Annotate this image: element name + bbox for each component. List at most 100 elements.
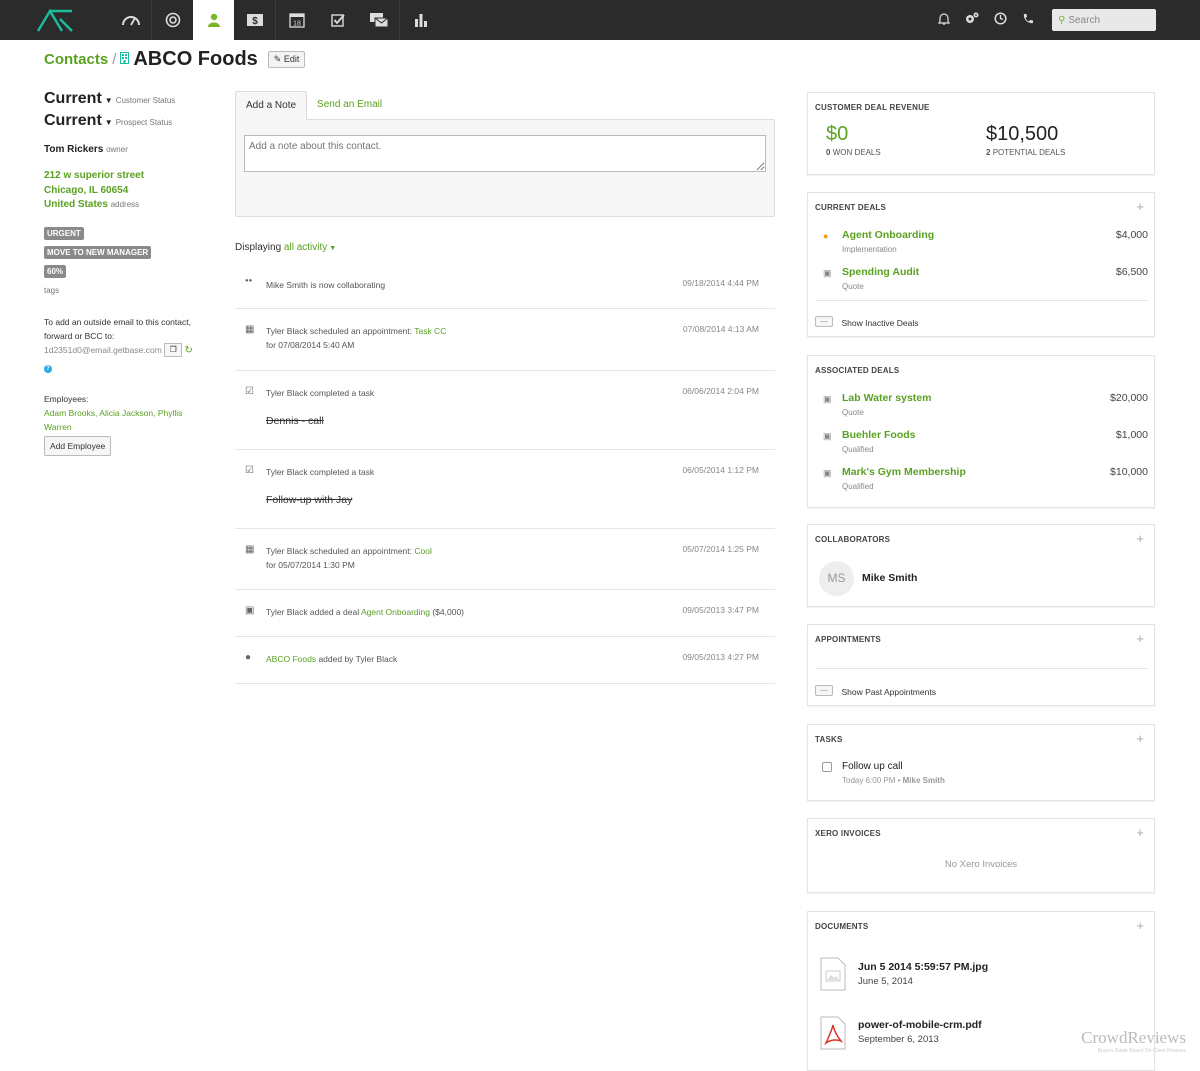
nav-tasks[interactable] [317, 0, 358, 40]
card-heading: TASKS [815, 735, 843, 744]
refresh-icon[interactable]: ↻ [185, 345, 193, 356]
activity-column: Add a Note Send an Email Displaying all … [235, 91, 775, 684]
deal-icon: ▣ [823, 394, 832, 405]
activity-text: Mike Smith is now collaborating [266, 278, 385, 292]
deal-name[interactable]: Agent Onboarding [842, 229, 934, 241]
task-checkbox[interactable] [822, 762, 832, 772]
card-heading: APPOINTMENTS [815, 635, 881, 644]
flame-icon: ● [823, 231, 828, 241]
tag-badge[interactable]: URGENT [44, 227, 84, 240]
deal-value: $6,500 [1116, 266, 1148, 278]
address-label: address [111, 200, 139, 209]
settings-button[interactable] [958, 12, 986, 28]
note-input[interactable] [244, 135, 766, 172]
mail-icon [369, 12, 389, 28]
add-task-plus-icon[interactable]: + [1136, 731, 1144, 746]
copy-button[interactable]: ❐ [164, 343, 182, 357]
tag-badge[interactable]: MOVE TO NEW MANAGER [44, 246, 151, 259]
contact-sidebar: Current ▼ Customer Status Current ▼ Pros… [44, 90, 214, 456]
deal-name[interactable]: Mark's Gym Membership [842, 466, 966, 478]
nav-contacts[interactable] [193, 0, 234, 40]
deal-stage: Quote [842, 282, 864, 291]
forward-email-address[interactable]: 1d2351d0@email.getbase.com [44, 345, 162, 355]
deal-name[interactable]: Buehler Foods [842, 429, 916, 441]
deal-name[interactable]: Spending Audit [842, 266, 919, 278]
add-deal-plus-icon[interactable]: + [1136, 199, 1144, 214]
nav-deals[interactable]: $ [234, 0, 275, 40]
forward-email-info: To add an outside email to this contact,… [44, 315, 214, 374]
app-logo[interactable] [0, 0, 110, 40]
nav-reports[interactable] [400, 0, 441, 40]
show-inactive-deals[interactable]: ... Show Inactive Deals [815, 313, 918, 331]
task-owner: Mike Smith [903, 776, 945, 785]
search-icon: ⚲ [1058, 15, 1065, 26]
employees-links[interactable]: Warren [44, 420, 214, 434]
tab-add-note[interactable]: Add a Note [235, 91, 307, 120]
card-heading: XERO INVOICES [815, 829, 881, 838]
avatar: MS [819, 561, 854, 596]
deal-name[interactable]: Lab Water system [842, 392, 931, 404]
activity-item: ▦Tyler Black scheduled an appointment: T… [235, 309, 775, 371]
notifications-button[interactable] [930, 12, 958, 28]
add-appointment-plus-icon[interactable]: + [1136, 631, 1144, 646]
checkbox-icon: ☑ [245, 386, 254, 397]
potential-count: 2 [986, 148, 990, 157]
employees-links[interactable]: Adam Brooks, Alicia Jackson, Phyllis [44, 406, 214, 420]
activity-link[interactable]: Task CC [414, 326, 446, 336]
activity-text: Tyler Black scheduled an appointment: Co… [266, 544, 432, 572]
activity-subtext: for 05/07/2014 1:30 PM [266, 558, 432, 572]
svg-text:18: 18 [293, 21, 301, 28]
address-line1: 212 w superior street [44, 169, 214, 184]
address[interactable]: 212 w superior street Chicago, IL 60654 … [44, 169, 214, 213]
owner: Tom Rickers owner [44, 144, 214, 155]
tag-badge[interactable]: 60% [44, 265, 66, 278]
document-name[interactable]: power-of-mobile-crm.pdf [858, 1019, 982, 1031]
search-input[interactable]: ⚲ Search [1052, 9, 1156, 31]
add-invoice-plus-icon[interactable]: + [1136, 825, 1144, 840]
activity-date: 07/08/2014 4:13 AM [683, 324, 759, 334]
nav-dashboard[interactable] [110, 0, 151, 40]
completed-task-title[interactable]: Follow-up with Jay [266, 494, 352, 506]
deal-stage: Implementation [842, 245, 897, 254]
activity-item: ▦Tyler Black scheduled an appointment: C… [235, 529, 775, 590]
add-employee-button[interactable]: Add Employee [44, 436, 111, 456]
activity-text: ABCO Foods added by Tyler Black [266, 652, 397, 666]
chevron-down-icon: ▼ [105, 96, 113, 105]
nav-leads[interactable] [152, 0, 193, 40]
document-name[interactable]: Jun 5 2014 5:59:57 PM.jpg [858, 961, 988, 973]
add-collaborator-plus-icon[interactable]: + [1136, 531, 1144, 546]
activity-filter-dropdown[interactable]: all activity [284, 242, 327, 253]
chevron-down-icon: ▼ [105, 118, 113, 127]
nav-calendar[interactable]: 18 [276, 0, 317, 40]
collaborators-card: COLLABORATORS + MS Mike Smith [807, 524, 1155, 607]
composer-tabs: Add a Note Send an Email [235, 91, 775, 120]
won-label: WON DEALS [833, 148, 881, 157]
document-date: September 6, 2013 [858, 1034, 939, 1045]
collaborator-name[interactable]: Mike Smith [862, 572, 917, 584]
nav-mail[interactable] [358, 0, 399, 40]
activity-link[interactable]: Agent Onboarding [361, 607, 430, 617]
completed-task-title[interactable]: Dennis - call [266, 415, 324, 427]
more-icon: ... [815, 685, 833, 696]
activity-link[interactable]: ABCO Foods [266, 654, 316, 664]
activity-date: 09/05/2013 4:27 PM [682, 652, 759, 662]
add-document-plus-icon[interactable]: + [1136, 918, 1144, 933]
activity-item: ☑Tyler Black completed a taskFollow-up w… [235, 450, 775, 529]
help-icon[interactable]: ? [44, 365, 52, 373]
forward-text: To add an outside email to this contact, [44, 315, 214, 329]
edit-button[interactable]: ✎ Edit [268, 51, 306, 68]
phone-icon [1022, 13, 1034, 25]
task-name[interactable]: Follow up call [842, 761, 903, 772]
breadcrumb-contacts[interactable]: Contacts [44, 51, 108, 68]
activity-link[interactable]: Cool [414, 546, 431, 556]
page-header: Contacts / ABCO Foods ✎ Edit [44, 48, 305, 71]
owner-name[interactable]: Tom Rickers [44, 144, 103, 155]
phone-button[interactable] [1014, 13, 1042, 28]
show-past-appointments[interactable]: ... Show Past Appointments [815, 682, 936, 700]
prospect-status[interactable]: Current ▼ Prospect Status [44, 112, 214, 130]
customer-status[interactable]: Current ▼ Customer Status [44, 90, 214, 108]
tab-send-email[interactable]: Send an Email [307, 91, 392, 120]
deal-value: $1,000 [1116, 429, 1148, 441]
recent-button[interactable] [986, 12, 1014, 28]
tags: URGENT MOVE TO NEW MANAGER 60% tags [44, 227, 214, 295]
